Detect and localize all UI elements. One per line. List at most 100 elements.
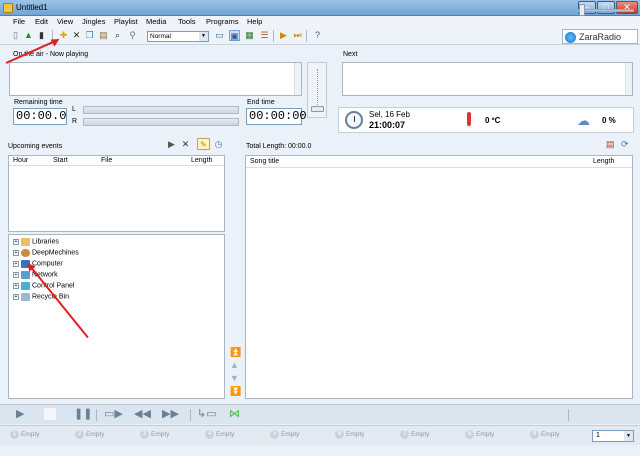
fast-forward-icon[interactable]: ▶▶: [162, 408, 179, 420]
find-icon[interactable]: ⚲: [127, 30, 138, 41]
edit-event-icon[interactable]: ✎: [197, 138, 210, 150]
cart-8[interactable]: 8 Empty: [465, 430, 523, 441]
move-bottom-icon[interactable]: ⏬: [230, 386, 241, 397]
col-file[interactable]: File: [101, 157, 112, 164]
menu-view[interactable]: View: [57, 17, 73, 26]
cart-4[interactable]: 4 Empty: [205, 430, 263, 441]
cart-number: 8: [465, 430, 474, 439]
playlist-mode-icon[interactable]: ▭: [214, 30, 225, 41]
end-time-display: 00:00:00: [246, 108, 307, 125]
open-file-icon[interactable]: ▲: [23, 30, 34, 41]
network-icon: [21, 271, 30, 279]
cart-7[interactable]: 7 Empty: [400, 430, 458, 441]
close-button[interactable]: ✕: [616, 1, 638, 14]
cart-label: Empty: [281, 431, 300, 439]
cart-label: Empty: [86, 431, 105, 439]
col-length[interactable]: Length: [593, 158, 614, 165]
menu-playlist[interactable]: Playlist: [114, 17, 138, 26]
scrollbar[interactable]: [625, 63, 632, 95]
volume-slider[interactable]: [307, 62, 327, 118]
paste-icon[interactable]: ▤: [98, 30, 109, 41]
position-slider[interactable]: [578, 9, 634, 12]
menu-edit[interactable]: Edit: [35, 17, 48, 26]
move-up-icon[interactable]: ▲: [230, 360, 239, 370]
skip-icon[interactable]: ⏭: [292, 30, 303, 41]
expand-icon[interactable]: +: [13, 294, 19, 300]
playlist-list[interactable]: Song title Length: [245, 155, 633, 399]
menu-help[interactable]: Help: [247, 17, 262, 26]
auto-mode-icon[interactable]: ▣: [229, 30, 240, 41]
mode-select-value: Normal: [150, 33, 171, 40]
cart-label: Empty: [541, 431, 560, 439]
scrollbar[interactable]: [294, 63, 301, 95]
cart-bar: 1 Empty 2 Empty 3 Empty 4 Empty 5 Empty 6 Empt…: [0, 425, 640, 445]
help-icon[interactable]: ?: [312, 30, 323, 41]
menu-programs[interactable]: Programs: [206, 17, 239, 26]
humidity-text: 0 %: [602, 116, 616, 125]
play-event-icon[interactable]: ▶: [166, 139, 177, 150]
stop-icon[interactable]: [44, 408, 56, 420]
vu-right-label: R: [72, 118, 78, 125]
menu-file[interactable]: File: [13, 17, 25, 26]
col-start[interactable]: Start: [53, 157, 68, 164]
tree-item-label: Computer: [32, 260, 63, 268]
expand-icon[interactable]: +: [13, 272, 19, 278]
search-icon[interactable]: ⌕: [112, 30, 123, 41]
tree-item-label: DeepMechines: [32, 249, 79, 257]
tree-item-label: Libraries: [32, 238, 59, 246]
cart-label: Empty: [346, 431, 365, 439]
loop-icon[interactable]: ↳▭: [197, 408, 217, 420]
cart-6[interactable]: 6 Empty: [335, 430, 393, 441]
menu-jingles[interactable]: Jingles: [82, 17, 105, 26]
vu-left-label: L: [72, 106, 76, 113]
tree-item-computer[interactable]: + Computer: [13, 260, 63, 270]
status-strip: Sel, 16 Feb 21:00:07 0 ºC ☁ 0 %: [338, 107, 634, 133]
expand-icon[interactable]: +: [13, 283, 19, 289]
crossfade-icon[interactable]: ⋈: [229, 408, 240, 420]
col-hour[interactable]: Hour: [13, 157, 28, 164]
delete-event-icon[interactable]: ✕: [180, 139, 191, 150]
menu-tools[interactable]: Tools: [178, 17, 196, 26]
slider-thumb[interactable]: [579, 4, 585, 16]
explorer-tree[interactable]: + Libraries + DeepMechines + Computer + Netw…: [8, 234, 225, 399]
maximize-button[interactable]: □: [597, 1, 615, 14]
cart-1[interactable]: 1 Empty: [10, 430, 68, 441]
report-icon[interactable]: ☰: [259, 30, 270, 41]
col-song-title[interactable]: Song title: [250, 158, 279, 165]
clear-playlist-icon[interactable]: ▤: [606, 139, 615, 150]
play-icon[interactable]: ▶: [16, 408, 24, 420]
cart-2[interactable]: 2 Empty: [75, 430, 133, 441]
libraries-icon: [21, 238, 30, 246]
expand-icon[interactable]: +: [13, 261, 19, 267]
expand-icon[interactable]: +: [13, 250, 19, 256]
fade-next-icon[interactable]: ▭▶: [104, 408, 123, 420]
upcoming-events-list[interactable]: Hour Start File Length: [8, 155, 225, 232]
cart-label: Empty: [21, 431, 40, 439]
mode-select[interactable]: Normal ▼: [147, 31, 209, 42]
cart-5[interactable]: 5 Empty: [270, 430, 328, 441]
tree-item-libraries[interactable]: + Libraries: [13, 238, 59, 248]
rewind-icon[interactable]: ◀◀: [134, 408, 151, 420]
save-icon[interactable]: ▮: [36, 30, 47, 41]
delete-icon[interactable]: ✕: [71, 30, 82, 41]
next-track-icon[interactable]: ▶: [278, 30, 289, 41]
new-file-icon[interactable]: ▯: [10, 30, 21, 41]
title-bar: Untitled1 – □ ✕: [0, 0, 640, 16]
logo-icon: [565, 32, 576, 43]
pause-icon[interactable]: ❚❚: [74, 408, 92, 420]
cart-3[interactable]: 3 Empty: [140, 430, 198, 441]
window-title: Untitled1: [16, 3, 48, 12]
menu-media[interactable]: Media: [146, 17, 166, 26]
remaining-time-display: 00:00.0: [13, 108, 67, 125]
move-down-icon[interactable]: ▼: [230, 373, 239, 383]
copy-icon[interactable]: ❐: [84, 30, 95, 41]
monitor-icon[interactable]: ▦: [244, 30, 255, 41]
move-top-icon[interactable]: ⏫: [230, 347, 241, 358]
tree-item-user[interactable]: + DeepMechines: [13, 249, 79, 259]
col-length[interactable]: Length: [191, 157, 212, 164]
schedule-icon[interactable]: ◷: [213, 139, 224, 150]
cart-9[interactable]: 9 Empty: [530, 430, 588, 441]
refresh-icon[interactable]: ⟳: [621, 139, 629, 150]
expand-icon[interactable]: +: [13, 239, 19, 245]
cart-page-select[interactable]: 1 ▼: [592, 430, 634, 442]
